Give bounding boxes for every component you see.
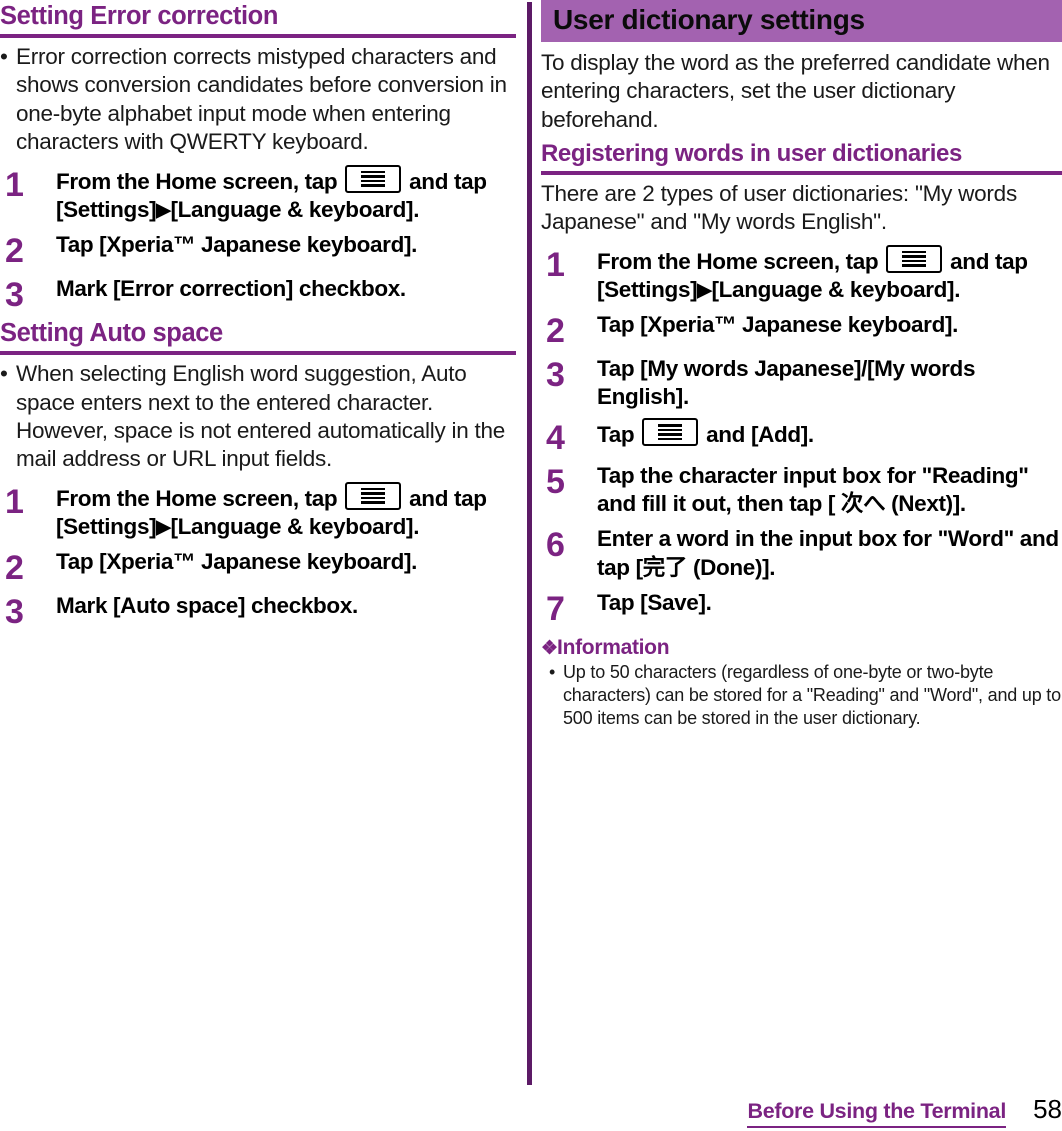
step-text: Tap [My words Japanese]/[My words Englis… [597,355,976,410]
step-text: From the Home screen, tap and tap [Setti… [597,243,1062,304]
step-item: 3 Mark [Auto space] checkbox. [0,590,516,629]
step-item: 4 Tap and [Add]. [541,416,1062,455]
heading-rule [0,351,516,356]
chapter-intro-text: To display the word as the preferred can… [541,50,1050,132]
step-list: 1 From the Home screen, tap and tap [Sett… [0,163,516,312]
step-item: 1 From the Home screen, tap and tap [Sett… [541,243,1062,304]
bullet-text: When selecting English word suggestion, … [16,361,506,472]
menu-key-icon [886,244,943,273]
diamond-icon: ❖ [541,637,558,659]
menu-key-icon [345,481,402,510]
step-item: 5 Tap the character input box for "Readin… [541,460,1062,518]
step-item: 1 From the Home screen, tap and tap [Sett… [0,163,516,224]
step-list: 1 From the Home screen, tap and tap [Sett… [0,480,516,629]
step-item: 2 Tap [Xperia™ Japanese keyboard]. [0,546,516,585]
chapter-band: User dictionary settings [541,0,1062,42]
page-footer: Before Using the Terminal 58 [541,1094,1062,1128]
step-text: From the Home screen, tap and tap [Setti… [56,163,516,224]
section-heading: Setting Error correction [0,2,279,30]
step-text: Enter a word in the input box for "Word"… [597,526,1059,580]
arrow-right-icon: ▶ [697,279,712,301]
footer-page-number: 58 [1033,1094,1062,1124]
left-column: Setting Error correction • Error correctio… [0,0,516,634]
bullet-dot-icon: • [0,361,8,387]
step-item: 2 Tap [Xperia™ Japanese keyboard]. [0,229,516,268]
step-number: 6 [546,526,565,565]
step-number: 5 [546,463,565,502]
right-column: User dictionary settings To display the w… [541,0,1062,732]
step-number: 1 [5,165,24,204]
step-number: 1 [546,245,565,284]
step-number: 1 [5,482,24,521]
step-number: 2 [5,549,24,588]
step-text: Tap and [Add]. [597,416,1062,449]
step-text: Tap the character input box for "Reading… [597,463,1029,517]
step-list: 1 From the Home screen, tap and tap [Sett… [541,243,1062,626]
step-text: Tap [Xperia™ Japanese keyboard]. [56,232,418,258]
step-item: 7 Tap [Save]. [541,587,1062,626]
step-number: 3 [546,355,565,394]
bullet-text: Up to 50 characters (regardless of one-b… [563,661,1061,728]
chapter-band-title: User dictionary settings [553,4,865,35]
bullet-item: • When selecting English word suggestion,… [0,360,516,474]
step-number: 7 [546,589,565,628]
step-number: 4 [546,419,565,458]
step-number: 3 [5,276,24,315]
bullet-dot-icon: • [0,44,8,70]
section-heading: Setting Auto space [0,319,223,348]
step-item: 3 Mark [Error correction] checkbox. [0,273,516,312]
step-number: 3 [5,593,24,632]
step-text: Mark [Auto space] checkbox. [56,593,358,619]
step-text: Tap [Save]. [597,589,712,615]
step-text: Mark [Error correction] checkbox. [56,276,406,302]
information-item: • Up to 50 characters (regardless of one-… [549,661,1062,730]
column-divider [527,2,532,1085]
information-list: • Up to 50 characters (regardless of one-… [541,661,1062,730]
section-intro-text: There are 2 types of user dictionaries: … [541,180,1017,235]
step-text: Tap [Xperia™ Japanese keyboard]. [597,311,959,337]
step-item: 3 Tap [My words Japanese]/[My words Engli… [541,353,1062,411]
manual-page: Setting Error correction • Error correctio… [0,0,1062,1131]
bullet-dot-icon: • [549,661,556,682]
menu-key-icon [642,418,699,447]
arrow-right-icon: ▶ [156,199,171,221]
heading-rule [541,170,1062,175]
step-number: 2 [5,232,24,271]
step-text: From the Home screen, tap and tap [Setti… [56,480,516,541]
footer-chapter-title: Before Using the Terminal [747,1099,1006,1128]
step-item: 1 From the Home screen, tap and tap [Sett… [0,480,516,541]
section-heading: Registering words in user dictionaries [541,140,962,168]
bullet-text: Error correction corrects mistyped chara… [16,44,507,155]
step-number: 2 [546,311,565,350]
step-item: 2 Tap [Xperia™ Japanese keyboard]. [541,309,1062,348]
heading-rule [0,34,516,39]
bullet-item: • Error correction corrects mistyped char… [0,43,516,157]
arrow-right-icon: ▶ [156,517,171,539]
menu-key-icon [345,164,402,193]
step-text: Tap [Xperia™ Japanese keyboard]. [56,549,418,575]
step-item: 6 Enter a word in the input box for "Word… [541,523,1062,581]
information-heading: ❖Information [541,635,670,659]
